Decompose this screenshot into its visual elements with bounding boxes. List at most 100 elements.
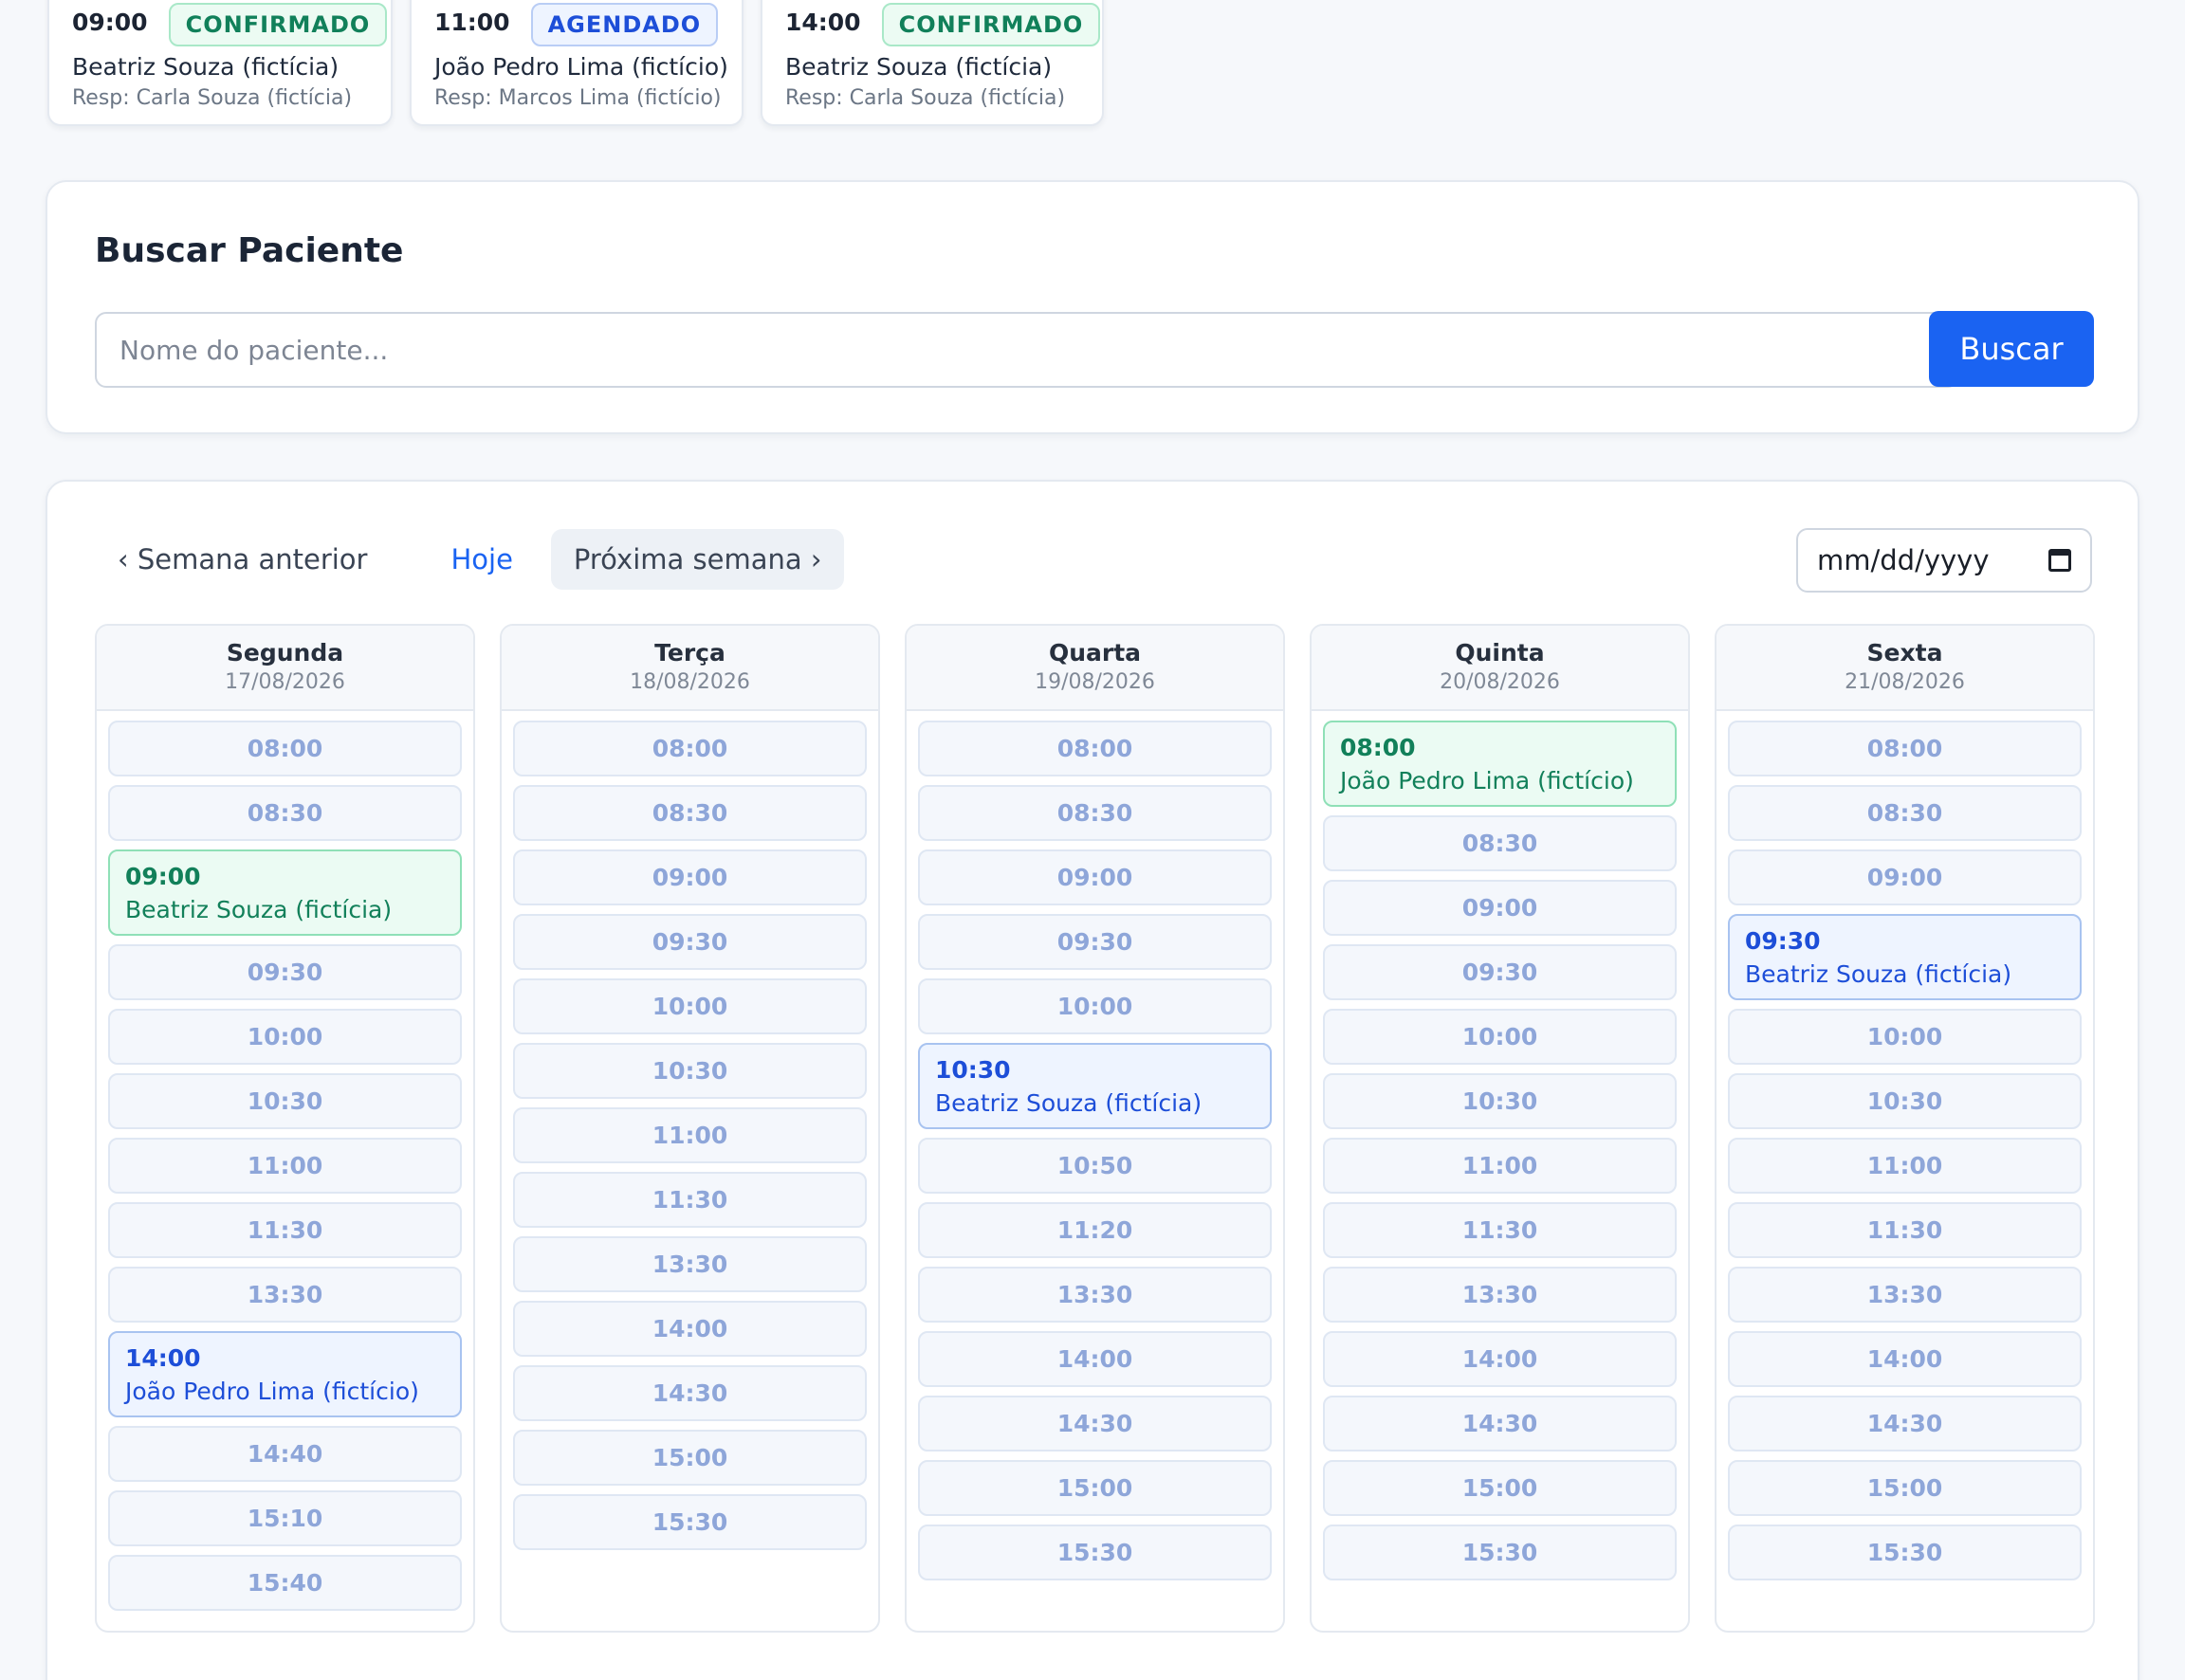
available-slot[interactable]: 11:00: [1323, 1138, 1677, 1194]
available-slot[interactable]: 09:30: [513, 914, 867, 970]
available-slot[interactable]: 15:00: [918, 1460, 1272, 1516]
available-slot[interactable]: 14:00: [918, 1331, 1272, 1387]
available-slot[interactable]: 11:30: [108, 1202, 462, 1258]
available-slot[interactable]: 10:30: [1323, 1073, 1677, 1129]
day-header: Segunda 17/08/2026: [97, 626, 473, 711]
available-slot[interactable]: 14:40: [108, 1426, 462, 1482]
available-slot[interactable]: 08:00: [1728, 721, 2082, 776]
slot-list: 08:00 08:30 09:00 09:30 10:00 10:30 11:00 11:30…: [502, 711, 878, 1550]
appointment-patient: Beatriz Souza (fictícia): [785, 53, 1053, 81]
patient-search-input[interactable]: [95, 312, 1959, 388]
available-slot[interactable]: 08:00: [918, 721, 1272, 776]
day-header: Quinta 20/08/2026: [1312, 626, 1688, 711]
day-date: 21/08/2026: [1845, 670, 1965, 694]
appointment-time: 14:00: [785, 8, 861, 36]
available-slot[interactable]: 14:30: [1323, 1396, 1677, 1452]
available-slot[interactable]: 15:40: [108, 1555, 462, 1611]
available-slot[interactable]: 15:00: [513, 1430, 867, 1486]
day-name: Terça: [654, 639, 725, 667]
available-slot[interactable]: 11:00: [513, 1107, 867, 1163]
slot-patient: Beatriz Souza (fictícia): [125, 896, 393, 923]
available-slot[interactable]: 15:30: [1323, 1525, 1677, 1580]
day-name: Quarta: [1048, 639, 1142, 667]
available-slot[interactable]: 08:00: [108, 721, 462, 776]
available-slot[interactable]: 09:30: [918, 914, 1272, 970]
available-slot[interactable]: 13:30: [918, 1267, 1272, 1323]
available-slot[interactable]: 08:30: [1323, 815, 1677, 871]
day-column: Quarta 19/08/2026 08:00 08:30 09:00 09:30 10:0…: [905, 624, 1285, 1633]
available-slot[interactable]: 09:00: [1728, 849, 2082, 905]
available-slot[interactable]: 10:00: [1728, 1009, 2082, 1065]
available-slot[interactable]: 11:00: [108, 1138, 462, 1194]
day-name: Sexta: [1866, 639, 1943, 667]
available-slot[interactable]: 11:00: [1728, 1138, 2082, 1194]
available-slot[interactable]: 14:00: [1323, 1331, 1677, 1387]
day-column: Sexta 21/08/2026 08:00 08:30 09:00 09:30 Beatr…: [1715, 624, 2095, 1633]
available-slot[interactable]: 15:00: [1323, 1460, 1677, 1516]
available-slot[interactable]: 10:30: [513, 1043, 867, 1099]
available-slot[interactable]: 14:30: [513, 1365, 867, 1421]
available-slot[interactable]: 14:30: [1728, 1396, 2082, 1452]
available-slot[interactable]: 09:30: [1323, 944, 1677, 1000]
available-slot[interactable]: 15:10: [108, 1490, 462, 1546]
slot-list: 08:00 08:30 09:00 09:30 10:00 10:30 Beatriz So…: [907, 711, 1283, 1580]
search-panel: Buscar Paciente Buscar: [46, 180, 2139, 434]
today-button[interactable]: Hoje: [428, 529, 535, 590]
slot-patient: Beatriz Souza (fictícia): [1745, 960, 2012, 988]
booked-slot[interactable]: 10:30 Beatriz Souza (fictícia): [918, 1043, 1272, 1129]
booked-slot[interactable]: 09:00 Beatriz Souza (fictícia): [108, 849, 462, 936]
next-week-button[interactable]: Próxima semana ›: [550, 529, 845, 590]
booked-slot[interactable]: 08:00 João Pedro Lima (fictício): [1323, 721, 1677, 807]
day-column: Segunda 17/08/2026 08:00 08:30 09:00 Beatriz …: [95, 624, 475, 1633]
available-slot[interactable]: 13:30: [513, 1236, 867, 1292]
available-slot[interactable]: 10:00: [918, 978, 1272, 1034]
available-slot[interactable]: 09:30: [108, 944, 462, 1000]
available-slot[interactable]: 15:30: [918, 1525, 1272, 1580]
available-slot[interactable]: 08:30: [108, 785, 462, 841]
available-slot[interactable]: 15:30: [1728, 1525, 2082, 1580]
slot-list: 08:00 08:30 09:00 09:30 Beatriz Souza (fictí…: [1717, 711, 2093, 1580]
appointment-card[interactable]: 11:00 AGENDADO João Pedro Lima (fictício…: [410, 0, 744, 126]
available-slot[interactable]: 10:50: [918, 1138, 1272, 1194]
available-slot[interactable]: 11:20: [918, 1202, 1272, 1258]
available-slot[interactable]: 11:30: [513, 1172, 867, 1228]
appointment-patient: Beatriz Souza (fictícia): [72, 53, 340, 81]
slot-list: 08:00 08:30 09:00 Beatriz Souza (fictícia) 0…: [97, 711, 473, 1611]
available-slot[interactable]: 09:00: [513, 849, 867, 905]
slot-patient: Beatriz Souza (fictícia): [935, 1089, 1203, 1117]
day-name: Segunda: [226, 639, 344, 667]
today-appointments: 09:00 CONFIRMADO Beatriz Souza (fictícia…: [47, 0, 1104, 126]
available-slot[interactable]: 13:30: [108, 1267, 462, 1323]
available-slot[interactable]: 08:30: [1728, 785, 2082, 841]
available-slot[interactable]: 14:30: [918, 1396, 1272, 1452]
booked-slot[interactable]: 09:30 Beatriz Souza (fictícia): [1728, 914, 2082, 1000]
available-slot[interactable]: 08:00: [513, 721, 867, 776]
available-slot[interactable]: 10:00: [108, 1009, 462, 1065]
date-picker-input[interactable]: mm/dd/yyyy: [1796, 528, 2092, 593]
day-date: 19/08/2026: [1035, 670, 1155, 694]
available-slot[interactable]: 09:00: [1323, 880, 1677, 936]
available-slot[interactable]: 10:30: [1728, 1073, 2082, 1129]
calendar-icon[interactable]: [2048, 549, 2071, 572]
booked-slot[interactable]: 14:00 João Pedro Lima (fictício): [108, 1331, 462, 1417]
available-slot[interactable]: 08:30: [918, 785, 1272, 841]
available-slot[interactable]: 14:00: [1728, 1331, 2082, 1387]
available-slot[interactable]: 09:00: [918, 849, 1272, 905]
available-slot[interactable]: 13:30: [1323, 1267, 1677, 1323]
slot-time: 14:00: [125, 1344, 201, 1372]
appointment-card[interactable]: 09:00 CONFIRMADO Beatriz Souza (fictícia…: [47, 0, 393, 126]
appointment-header: 09:00 CONFIRMADO: [72, 2, 388, 47]
available-slot[interactable]: 10:30: [108, 1073, 462, 1129]
available-slot[interactable]: 15:30: [513, 1494, 867, 1550]
available-slot[interactable]: 10:00: [1323, 1009, 1677, 1065]
available-slot[interactable]: 13:30: [1728, 1267, 2082, 1323]
appointment-card[interactable]: 14:00 CONFIRMADO Beatriz Souza (fictícia…: [761, 0, 1104, 126]
available-slot[interactable]: 08:30: [513, 785, 867, 841]
search-button[interactable]: Buscar: [1929, 311, 2094, 387]
available-slot[interactable]: 11:30: [1728, 1202, 2082, 1258]
previous-week-button[interactable]: ‹ Semana anterior: [95, 529, 390, 590]
available-slot[interactable]: 10:00: [513, 978, 867, 1034]
available-slot[interactable]: 11:30: [1323, 1202, 1677, 1258]
available-slot[interactable]: 14:00: [513, 1301, 867, 1357]
available-slot[interactable]: 15:00: [1728, 1460, 2082, 1516]
